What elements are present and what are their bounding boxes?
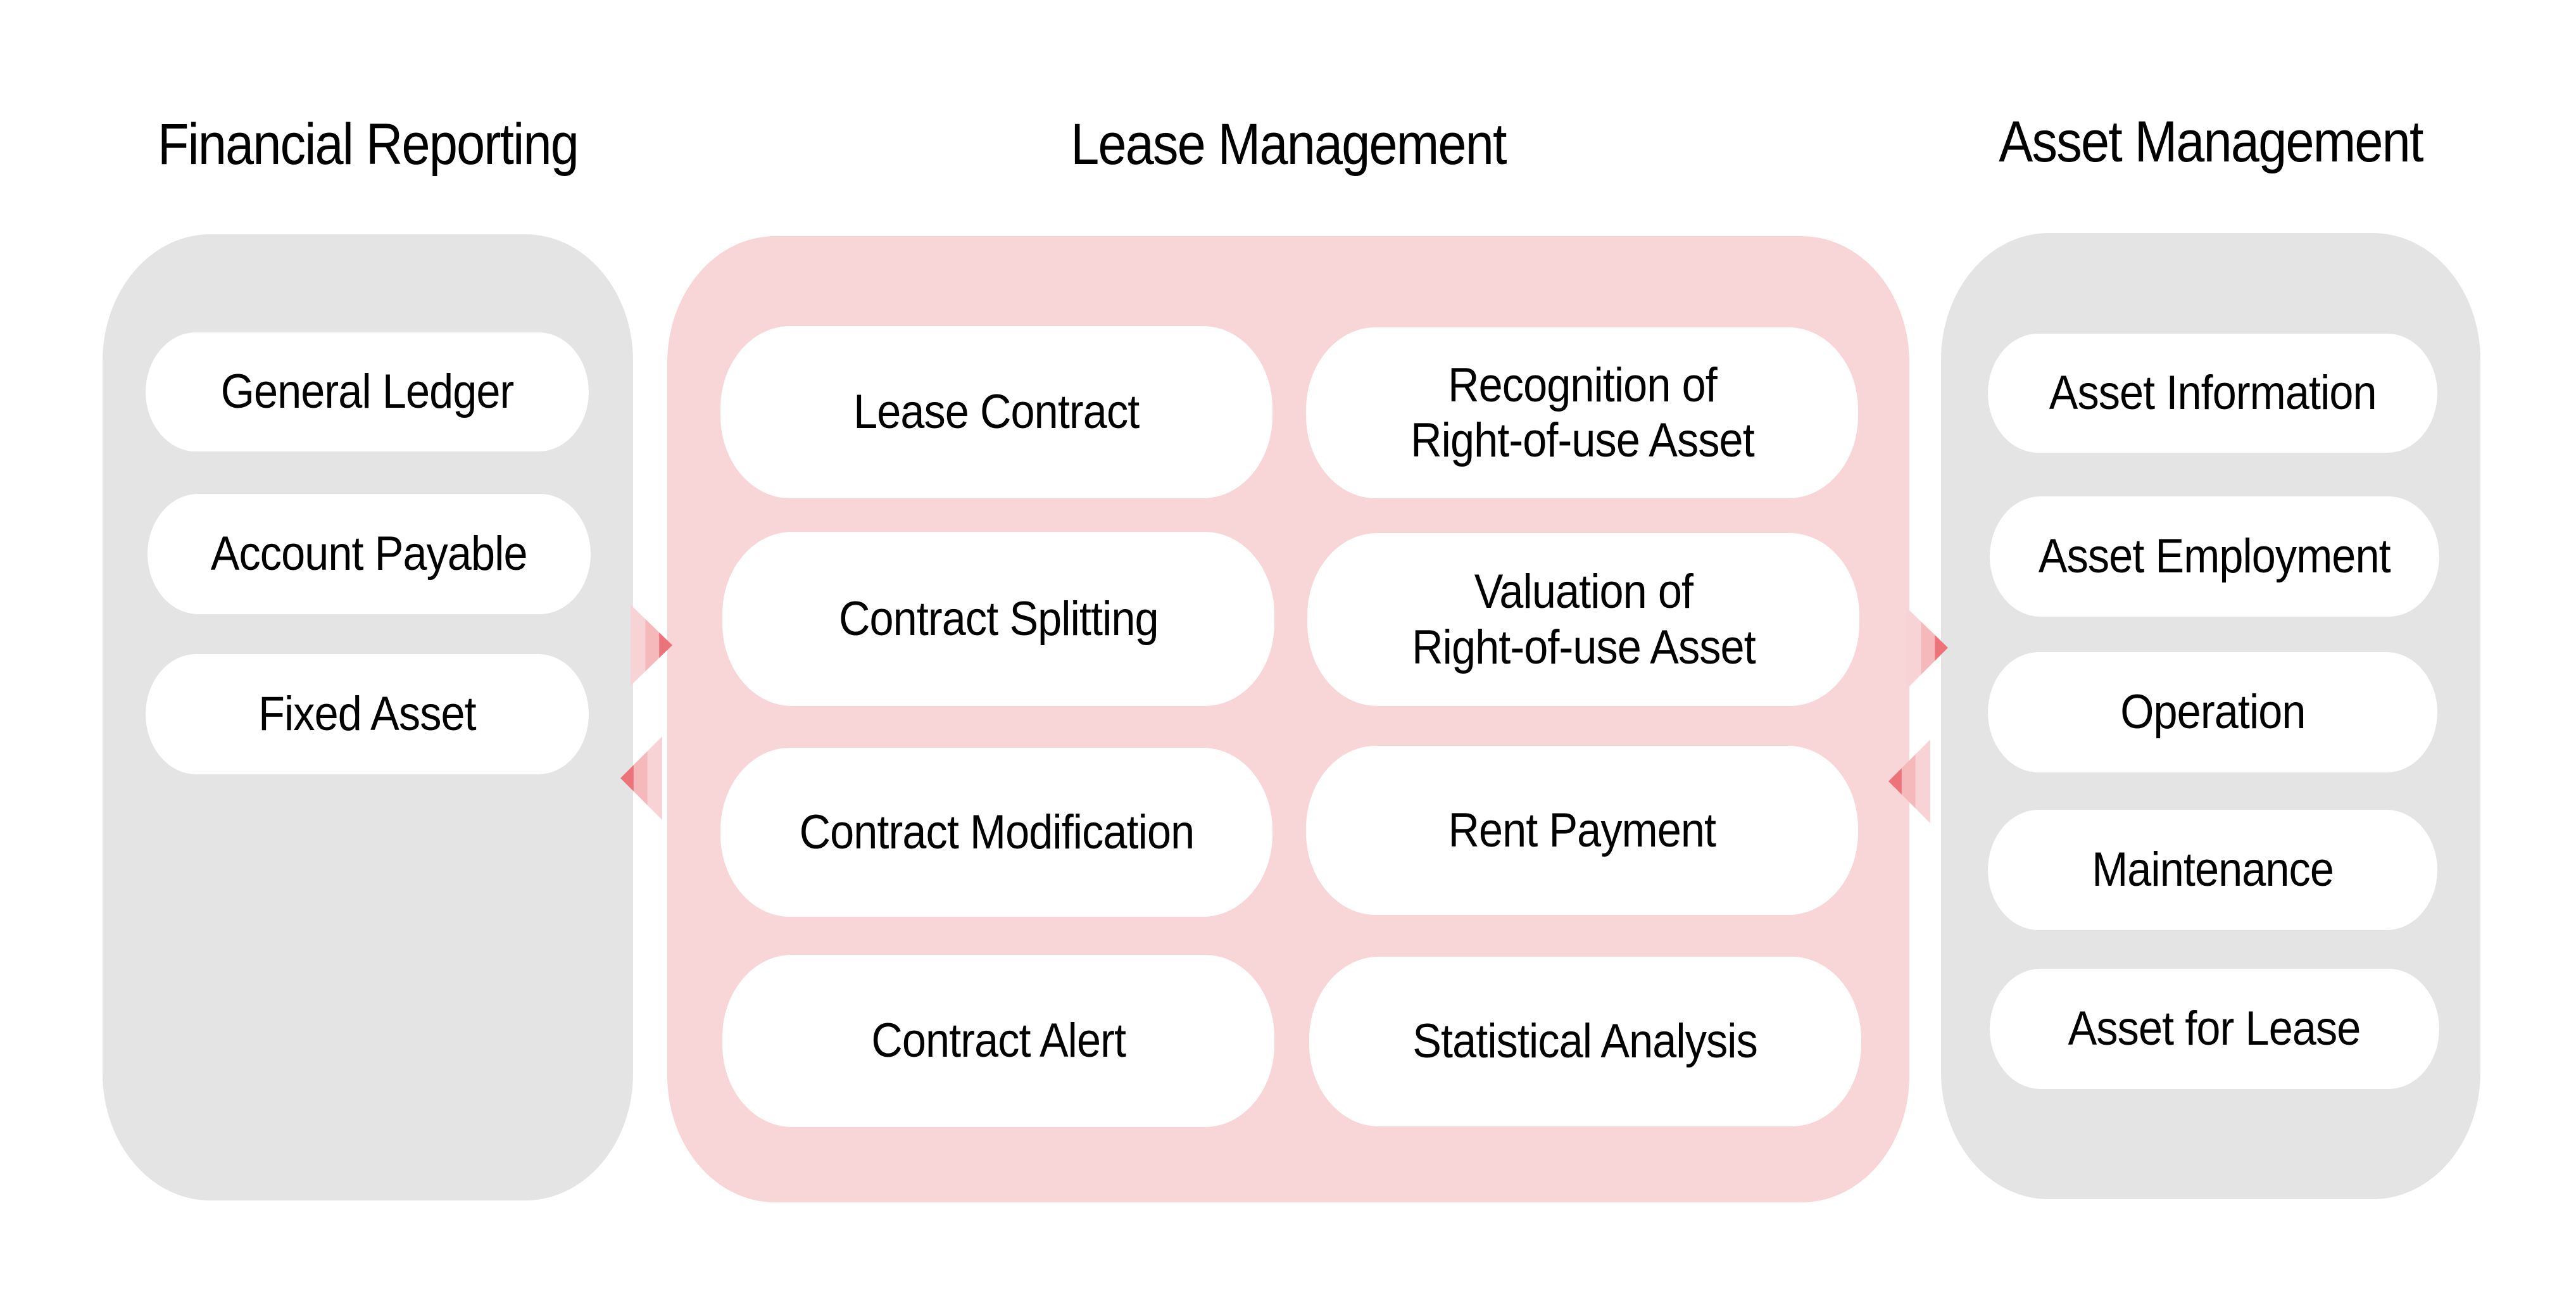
asset-employment-item[interactable]: Asset Employment [1990,496,2439,617]
general-ledger-item[interactable]: General Ledger [146,332,589,451]
contract-splitting-item[interactable]: Contract Splitting [722,532,1274,706]
asset-management-title: Asset Management [1999,110,2423,174]
contract-splitting-label: Contract Splitting [838,591,1159,646]
account-payable-item[interactable]: Account Payable [148,494,591,614]
arrow-right-icon [1906,607,1948,690]
contract-modification-item[interactable]: Contract Modification [720,748,1272,917]
maintenance-label: Maintenance [2092,843,2334,897]
lease-contract-item[interactable]: Lease Contract [720,326,1272,498]
asset-employment-label: Asset Employment [2039,529,2391,584]
operation-item[interactable]: Operation [1988,652,2437,772]
arrow-right-icon [631,605,672,686]
asset-information-item[interactable]: Asset Information [1988,334,2437,453]
asset-information-label: Asset Information [2049,366,2377,420]
lease-contract-label: Lease Contract [853,385,1140,439]
recognition-rou-asset-label: Recognition of Right-of-use Asset [1410,358,1755,467]
statistical-analysis-item[interactable]: Statistical Analysis [1309,957,1861,1126]
fixed-asset-label: Fixed Asset [258,687,477,741]
maintenance-item[interactable]: Maintenance [1988,810,2437,930]
operation-label: Operation [2120,685,2306,740]
financial-reporting-title: Financial Reporting [157,112,579,177]
contract-alert-label: Contract Alert [871,1014,1126,1068]
statistical-analysis-label: Statistical Analysis [1412,1014,1759,1069]
valuation-rou-asset-item[interactable]: Valuation of Right-of-use Asset [1307,533,1859,706]
arrow-left-icon [1888,740,1930,823]
contract-modification-label: Contract Modification [799,805,1194,859]
rent-payment-label: Rent Payment [1448,803,1717,857]
account-payable-label: Account Payable [211,527,528,581]
general-ledger-label: General Ledger [220,365,515,419]
rent-payment-item[interactable]: Rent Payment [1306,746,1858,915]
contract-alert-item[interactable]: Contract Alert [722,955,1274,1127]
arrow-left-icon [620,736,662,820]
valuation-rou-asset-label: Valuation of Right-of-use Asset [1411,565,1756,674]
recognition-rou-asset-item[interactable]: Recognition of Right-of-use Asset [1306,327,1858,498]
fixed-asset-item[interactable]: Fixed Asset [146,654,589,774]
asset-for-lease-label: Asset for Lease [2068,1002,2361,1056]
lease-management-title: Lease Management [1071,112,1507,177]
asset-for-lease-item[interactable]: Asset for Lease [1990,969,2439,1089]
